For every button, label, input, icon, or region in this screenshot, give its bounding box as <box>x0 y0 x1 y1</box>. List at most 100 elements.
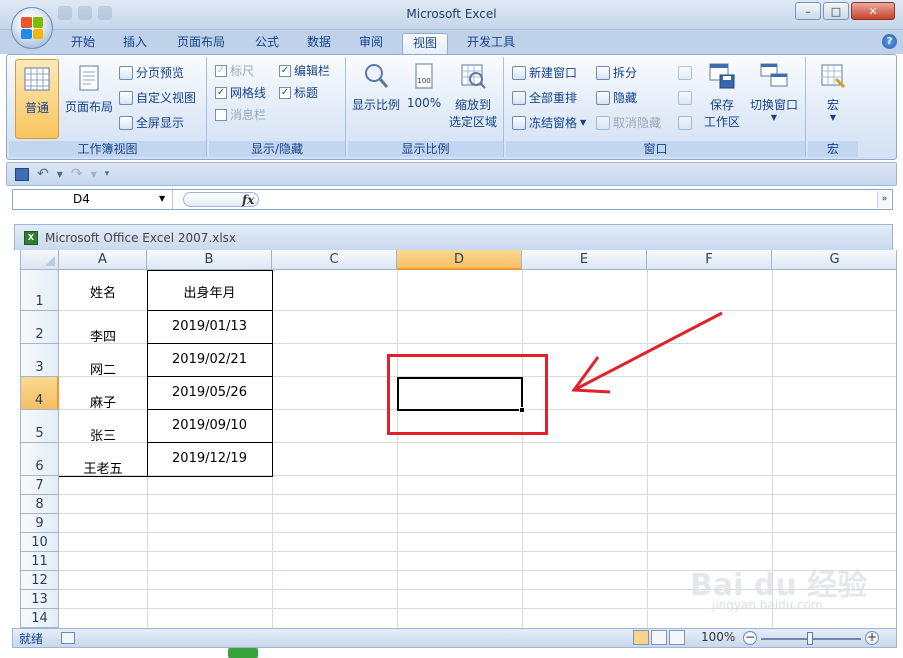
row-header-7[interactable]: 7 <box>21 476 59 495</box>
help-icon[interactable]: ? <box>882 34 897 49</box>
cell-b1[interactable]: 出身年月 <box>147 282 272 301</box>
name-box[interactable]: D4 <box>13 190 173 209</box>
undo-dropdown-icon[interactable]: ▼ <box>57 170 63 179</box>
row-header-10[interactable]: 10 <box>21 533 59 552</box>
row-header-11[interactable]: 11 <box>21 552 59 571</box>
cell-a3[interactable]: 网二 <box>59 359 147 378</box>
zoom-out-icon[interactable]: − <box>743 631 757 645</box>
page-layout-view-button[interactable]: 页面布局 <box>63 63 115 115</box>
expand-formula-bar-icon[interactable]: » <box>877 191 891 208</box>
row-header-4[interactable]: 4 <box>21 377 59 410</box>
column-header-e[interactable]: E <box>522 250 647 270</box>
tab-page-layout[interactable]: 页面布局 <box>168 33 234 54</box>
column-header-b[interactable]: B <box>147 250 272 270</box>
status-ready: 就绪 <box>19 632 44 646</box>
reset-position-button[interactable] <box>678 113 692 133</box>
tab-review[interactable]: 审阅 <box>350 33 392 54</box>
select-all-button[interactable] <box>21 250 59 270</box>
column-header-g[interactable]: G <box>772 250 896 270</box>
custom-views-button[interactable]: 自定义视图 <box>119 88 196 108</box>
side-by-side-icon <box>678 66 692 80</box>
column-header-c[interactable]: C <box>272 250 397 270</box>
hide-button[interactable]: 隐藏 <box>596 88 637 108</box>
zoom-group-label: 显示比例 <box>348 141 503 157</box>
row-header-2[interactable]: 2 <box>21 311 59 344</box>
freeze-panes-button[interactable]: 冻结窗格 ▼ <box>512 113 586 133</box>
zoom-slider-thumb[interactable] <box>807 632 813 645</box>
column-header-f[interactable]: F <box>647 250 772 270</box>
macros-button[interactable]: 宏 ▼ <box>812 61 854 122</box>
switch-windows-label: 切换窗口 <box>749 98 798 112</box>
save-workspace-button[interactable]: 保存 工作区 <box>702 61 742 130</box>
ruler-checkbox[interactable]: ✓ 标尺 <box>215 61 254 81</box>
freeze-panes-label: 冻结窗格 <box>529 116 578 130</box>
tab-home[interactable]: 开始 <box>62 33 104 54</box>
page-break-view-icon[interactable] <box>669 630 685 645</box>
row-header-13[interactable]: 13 <box>21 590 59 609</box>
row-header-1[interactable]: 1 <box>21 270 59 311</box>
zoom-button[interactable]: 显示比例 <box>350 61 402 113</box>
cell-a6[interactable]: 王老五 <box>59 458 147 477</box>
row-header-6[interactable]: 6 <box>21 443 59 476</box>
zoom-100-label: 100% <box>406 96 442 110</box>
cell-b2[interactable]: 2019/01/13 <box>147 319 272 334</box>
tab-developer[interactable]: 开发工具 <box>458 33 524 54</box>
cell-a1[interactable]: 姓名 <box>59 282 147 301</box>
cell-b5[interactable]: 2019/09/10 <box>147 418 272 433</box>
undo-icon[interactable]: ↶ <box>37 166 49 182</box>
zoom-in-icon[interactable]: + <box>865 631 879 645</box>
split-button[interactable]: 拆分 <box>596 63 637 83</box>
column-header-a[interactable]: A <box>59 250 147 270</box>
message-bar-checkbox[interactable]: 消息栏 <box>215 105 266 125</box>
row-header-9[interactable]: 9 <box>21 514 59 533</box>
formula-controls: fx <box>183 192 259 207</box>
custom-views-label: 自定义视图 <box>136 91 197 105</box>
row-header-5[interactable]: 5 <box>21 410 59 443</box>
redo-dropdown-icon[interactable]: ▼ <box>91 170 97 179</box>
name-box-dropdown-icon[interactable]: ▼ <box>159 194 165 203</box>
insert-function-icon[interactable]: fx <box>242 193 254 207</box>
cell-a4[interactable]: 麻子 <box>59 392 147 411</box>
view-side-by-side-button[interactable] <box>678 63 692 83</box>
page-break-preview-button[interactable]: 分页预览 <box>119 63 184 83</box>
switch-windows-button[interactable]: 切换窗口 ▼ <box>746 61 802 122</box>
tab-formulas[interactable]: 公式 <box>246 33 288 54</box>
restore-button[interactable]: □ <box>823 2 849 20</box>
formula-bar-checkbox[interactable]: ✓ 编辑栏 <box>279 61 330 81</box>
gridlines-checkbox[interactable]: ✓ 网格线 <box>215 83 266 103</box>
column-header-d[interactable]: D <box>397 250 522 270</box>
tab-insert[interactable]: 插入 <box>114 33 156 54</box>
unhide-button[interactable]: 取消隐藏 <box>596 113 661 133</box>
show-hide-group-label: 显示/隐藏 <box>209 141 345 157</box>
full-screen-button[interactable]: 全屏显示 <box>119 113 184 133</box>
zoom-100-button[interactable]: 100 100% <box>404 61 444 110</box>
zoom-level[interactable]: 100% <box>701 630 735 644</box>
normal-view-button[interactable]: 普通 <box>15 59 59 139</box>
customize-qat-icon[interactable]: ▾ <box>105 169 110 179</box>
tab-view[interactable]: 视图 <box>402 33 448 54</box>
cell-a2[interactable]: 李四 <box>59 326 147 345</box>
sync-scroll-button[interactable] <box>678 88 692 108</box>
page-layout-view-icon[interactable] <box>651 630 667 645</box>
macro-record-icon[interactable] <box>61 632 75 644</box>
arrange-all-button[interactable]: 全部重排 <box>512 88 577 108</box>
headings-checkbox[interactable]: ✓ 标题 <box>279 83 318 103</box>
row-header-8[interactable]: 8 <box>21 495 59 514</box>
row-header-14[interactable]: 14 <box>21 609 59 628</box>
cell-b6[interactable]: 2019/12/19 <box>147 451 272 466</box>
minimize-button[interactable]: – <box>795 2 821 20</box>
row-header-3[interactable]: 3 <box>21 344 59 377</box>
close-button[interactable]: ✕ <box>851 2 895 20</box>
row-header-12[interactable]: 12 <box>21 571 59 590</box>
cell-b3[interactable]: 2019/02/21 <box>147 352 272 367</box>
cell-b4[interactable]: 2019/05/26 <box>147 385 272 400</box>
cell-a5[interactable]: 张三 <box>59 425 147 444</box>
office-button[interactable] <box>11 7 53 49</box>
save-icon[interactable] <box>15 167 29 181</box>
zoom-to-selection-button[interactable]: 缩放到 选定区域 <box>446 61 500 130</box>
redo-icon[interactable]: ↷ <box>71 166 83 182</box>
formula-input[interactable] <box>263 192 873 207</box>
normal-view-icon[interactable] <box>633 630 649 645</box>
tab-data[interactable]: 数据 <box>298 33 340 54</box>
new-window-button[interactable]: 新建窗口 <box>512 63 577 83</box>
